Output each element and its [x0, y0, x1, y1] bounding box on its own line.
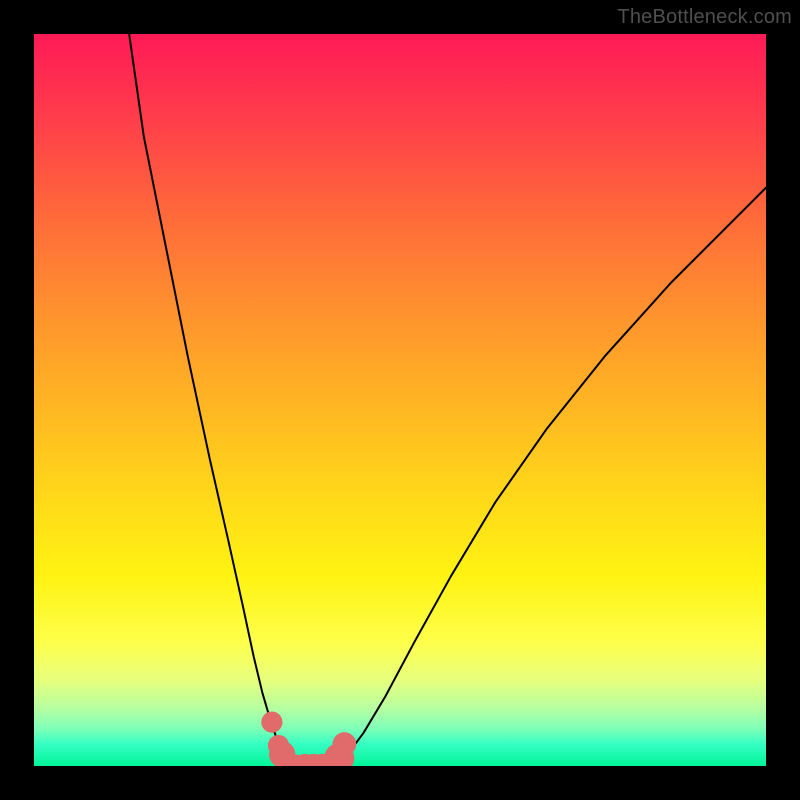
- sample-point: [261, 711, 282, 732]
- sample-point: [333, 732, 357, 756]
- points-layer: [261, 711, 356, 766]
- chart-frame: TheBottleneck.com: [0, 0, 800, 800]
- chart-svg: [34, 34, 766, 766]
- watermark-text: TheBottleneck.com: [617, 6, 792, 29]
- curve-layer: [129, 34, 766, 766]
- plot-area: [34, 34, 766, 766]
- bottleneck-curve: [129, 34, 766, 766]
